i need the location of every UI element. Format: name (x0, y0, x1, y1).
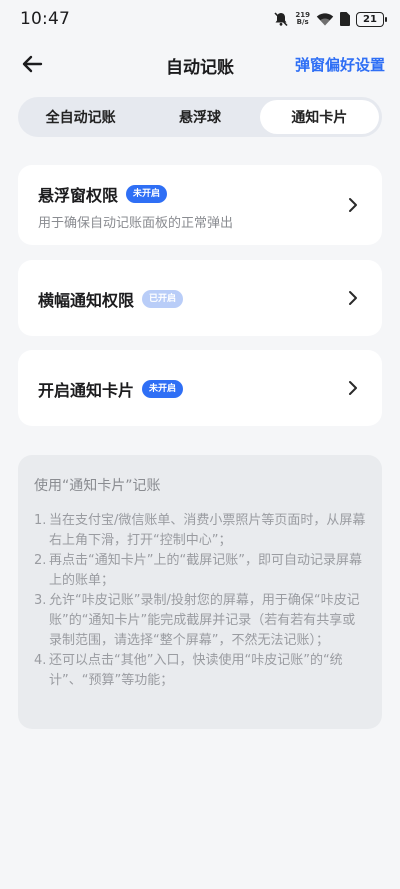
enable-notification-card-card[interactable]: 开启通知卡片 未开启 (18, 350, 382, 426)
chevron-right-icon (349, 291, 357, 305)
mode-tabs: 全自动记账 悬浮球 通知卡片 (18, 97, 382, 137)
back-arrow-icon[interactable] (20, 52, 44, 76)
list-item-text: 再点击“通知卡片”上的“截屏记账”，即可自动记录屏幕上的账单； (49, 553, 362, 588)
status-badge: 未开启 (126, 185, 168, 203)
list-item: 2. 再点击“通知卡片”上的“截屏记账”，即可自动记录屏幕上的账单； (34, 551, 368, 591)
list-item-number: 3. (34, 593, 47, 608)
status-bar: 10:47 219 B/s 21 (0, 0, 400, 38)
chevron-right-icon (349, 198, 357, 212)
instructions-title: 使用“通知卡片”记账 (34, 478, 161, 494)
floating-window-permission-card[interactable]: 悬浮窗权限 未开启 用于确保自动记账面板的正常弹出 (18, 165, 382, 245)
card-title-row: 悬浮窗权限 未开启 (38, 182, 168, 206)
list-item-text: 允许“咔皮记账”录制/投射您的屏幕，用于确保“咔皮记账”的“通知卡片”能完成截屏… (49, 593, 360, 648)
sim-card-icon (340, 12, 350, 26)
tab-notification-card[interactable]: 通知卡片 (259, 100, 379, 134)
card-title-row: 横幅通知权限 已开启 (38, 287, 184, 311)
status-badge: 已开启 (142, 290, 184, 308)
list-item: 3. 允许“咔皮记账”录制/投射您的屏幕，用于确保“咔皮记账”的“通知卡片”能完… (34, 591, 368, 651)
card-description: 用于确保自动记账面板的正常弹出 (38, 216, 234, 231)
chevron-right-icon (349, 381, 357, 395)
mute-bell-icon (274, 12, 288, 27)
list-item-number: 4. (34, 653, 47, 668)
list-item: 4. 还可以点击“其他”入口，快读使用“咔皮记账”的“统计”、“预算”等功能； (34, 651, 368, 691)
status-time: 10:47 (20, 9, 70, 29)
card-title: 悬浮窗权限 (38, 186, 119, 205)
list-item-text: 当在支付宝/微信账单、消费小票照片等页面时，从屏幕右上角下滑，打开“控制中心”； (49, 513, 366, 548)
banner-notification-permission-card[interactable]: 横幅通知权限 已开启 (18, 260, 382, 336)
popup-preference-settings-link[interactable]: 弹窗偏好设置 (295, 54, 385, 75)
list-item-text: 还可以点击“其他”入口，快读使用“咔皮记账”的“统计”、“预算”等功能； (49, 653, 343, 688)
status-badge: 未开启 (142, 380, 184, 398)
usage-instructions-panel: 使用“通知卡片”记账 1. 当在支付宝/微信账单、消费小票照片等页面时，从屏幕右… (18, 455, 382, 729)
network-speed: 219 B/s (295, 12, 310, 26)
battery-indicator: 21 (356, 11, 387, 27)
card-title: 开启通知卡片 (38, 381, 135, 400)
instructions-list: 1. 当在支付宝/微信账单、消费小票照片等页面时，从屏幕右上角下滑，打开“控制中… (34, 511, 368, 691)
battery-level: 21 (363, 13, 377, 25)
nav-bar: 自动记账 弹窗偏好设置 (0, 42, 400, 86)
card-title-row: 开启通知卡片 未开启 (38, 377, 184, 401)
list-item-number: 2. (34, 553, 47, 568)
wifi-icon (316, 13, 334, 26)
network-speed-unit: B/s (296, 18, 309, 26)
card-title: 横幅通知权限 (38, 291, 135, 310)
tab-full-auto[interactable]: 全自动记账 (21, 100, 140, 134)
status-icons: 219 B/s 21 (273, 11, 387, 27)
list-item-number: 1. (34, 513, 47, 528)
tab-floating-ball[interactable]: 悬浮球 (140, 100, 259, 134)
list-item: 1. 当在支付宝/微信账单、消费小票照片等页面时，从屏幕右上角下滑，打开“控制中… (34, 511, 368, 551)
